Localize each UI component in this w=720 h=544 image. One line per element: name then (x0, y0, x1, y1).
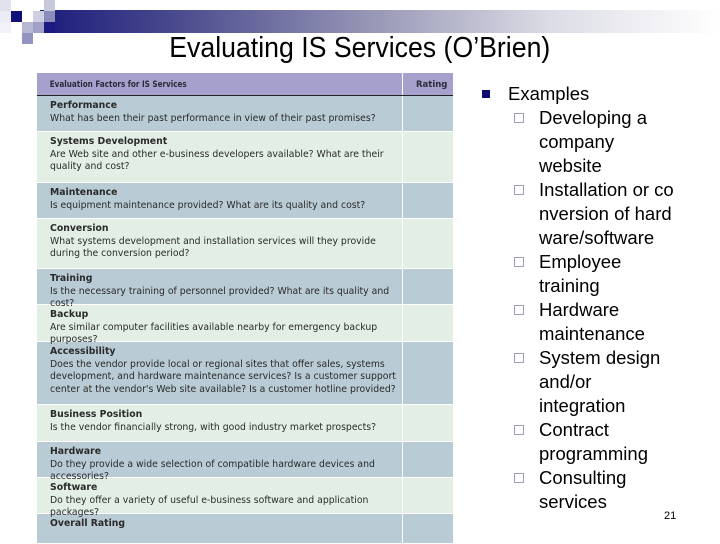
table-row: Business Position Is the vendor financial… (37, 405, 453, 442)
evaluation-table: Evaluation Factors for IS Services Ratin… (37, 73, 453, 544)
table-row: Software Do they offer a variety of usefu… (37, 478, 453, 518)
list-item-text: Employee training (539, 251, 622, 296)
rating-cell[interactable] (402, 183, 453, 218)
factor-name: Business Position (50, 409, 143, 420)
bullet-heading: Examples (508, 83, 590, 104)
header-factors: Evaluation Factors for IS Services (49, 80, 187, 90)
factor-name: Performance (50, 100, 118, 111)
factor-name: Overall Rating (50, 518, 126, 529)
rating-cell[interactable] (402, 342, 453, 404)
list-item: Consulting services (480, 466, 679, 514)
factor-name: Training (50, 273, 93, 284)
bullet-examples: Examples (480, 82, 710, 106)
factor-name: Software (50, 482, 98, 493)
page-number: 21 (664, 510, 677, 522)
rating-cell[interactable] (402, 305, 453, 341)
header-gradient-bar (40, 10, 720, 33)
header-rating: Rating (402, 73, 453, 95)
hollow-square-bullet-icon (514, 305, 524, 315)
hollow-square-bullet-icon (514, 113, 524, 123)
factor-name: Backup (50, 309, 89, 320)
factor-question: Are Web site and other e-business develo… (50, 148, 384, 173)
factor-question: Does the vendor provide local or regiona… (50, 358, 396, 395)
table-row: Conversion What systems development and i… (37, 219, 453, 269)
list-item: Employee training (480, 250, 679, 298)
table-row: Accessibility Does the vendor provide loc… (37, 342, 453, 405)
list-item-text: Hardware maintenance (539, 299, 645, 344)
list-item-text: Developing a company website (539, 107, 647, 176)
list-item: System design and/or integration (480, 346, 679, 418)
list-item: Contract programming (480, 418, 679, 466)
factor-question: Is equipment maintenance provided? What … (50, 199, 366, 211)
factor-question: What systems development and installatio… (50, 235, 376, 260)
list-item-text: System design and/or integration (539, 347, 661, 416)
table-row: Performance What has been their past perf… (37, 96, 453, 132)
table-row: Training Is the necessary training of per… (37, 269, 453, 309)
table-body: Performance What has been their past perf… (37, 96, 453, 544)
factor-question: What has been their past performance in … (50, 112, 376, 124)
factor-question: Is the vendor financially strong, with g… (50, 421, 377, 433)
rating-cell[interactable] (402, 478, 453, 513)
factor-name: Hardware (50, 446, 102, 457)
factor-name: Maintenance (50, 187, 118, 198)
hollow-square-bullet-icon (514, 353, 524, 363)
table-header: Evaluation Factors for IS Services Ratin… (37, 73, 453, 96)
list-item: Developing a company website (480, 106, 679, 178)
filled-square-bullet-icon (482, 90, 490, 98)
list-item-text: Installation or conversion of hardware/s… (539, 179, 674, 248)
examples-list: Examples Developing a company website In… (480, 82, 710, 514)
rating-cell[interactable] (402, 442, 453, 477)
factor-name: Systems Development (50, 136, 168, 147)
rating-cell[interactable] (402, 96, 453, 131)
hollow-square-bullet-icon (514, 257, 524, 267)
list-item-text: Contract programming (539, 419, 648, 464)
table-row: Maintenance Is equipment maintenance prov… (37, 183, 453, 219)
rating-cell[interactable] (402, 132, 453, 182)
hollow-square-bullet-icon (514, 473, 524, 483)
factor-name: Conversion (50, 223, 109, 234)
table-row: Backup Are similar computer facilities av… (37, 305, 453, 345)
rating-cell[interactable] (402, 269, 453, 304)
rating-cell[interactable] (402, 219, 453, 268)
rating-cell[interactable] (402, 405, 453, 441)
list-item-text: Consulting services (539, 467, 627, 512)
list-item: Hardware maintenance (480, 298, 679, 346)
rating-cell[interactable] (402, 514, 453, 543)
list-item: Installation or conversion of hardware/s… (480, 178, 679, 250)
factor-name: Accessibility (50, 346, 116, 357)
table-row: Systems Development Are Web site and othe… (37, 132, 453, 183)
sub-bullet-list: Developing a company website Installatio… (480, 106, 710, 514)
table-row: Hardware Do they provide a wide selection… (37, 442, 453, 482)
hollow-square-bullet-icon (514, 425, 524, 435)
hollow-square-bullet-icon (514, 185, 524, 195)
slide-title: Evaluating IS Services (O’Brien) (169, 32, 551, 64)
